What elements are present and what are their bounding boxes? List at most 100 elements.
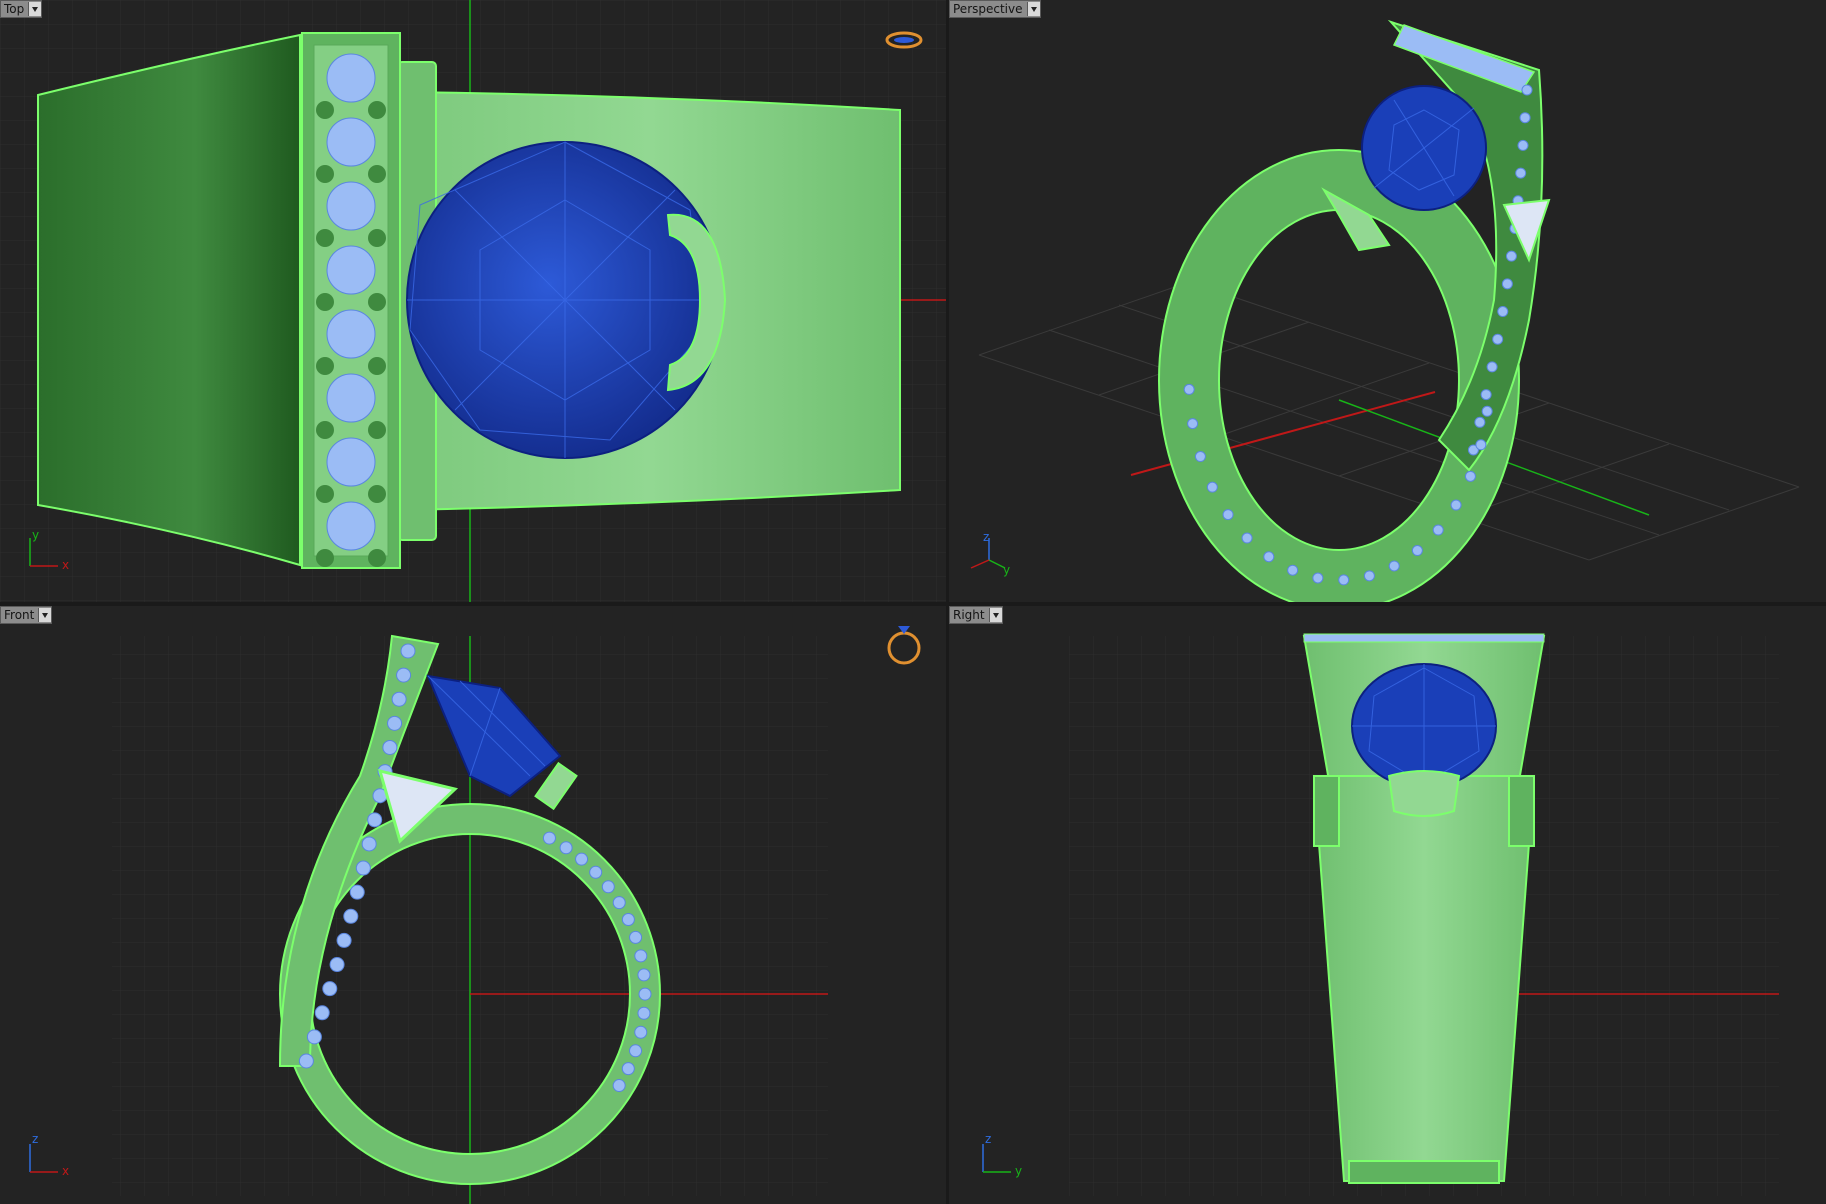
ring-icon[interactable] [884,618,924,668]
bead [368,421,386,439]
viewport-label[interactable]: Front [0,606,53,624]
pave-stone [559,841,573,855]
prong [1387,770,1461,817]
pave-stone [1241,532,1253,544]
right-viewport[interactable]: Right z y [949,606,1826,1204]
pave-stone [1492,333,1504,345]
pave-stone [396,667,412,683]
pave-stone [382,739,398,755]
bead [316,485,334,503]
rhino-4-view-workspace: Top y x Perspective z y Front z x Right … [0,0,1826,1204]
pave-stone [612,1079,626,1093]
pave-stone [326,309,376,359]
pave-stone [1432,524,1444,536]
bead [316,165,334,183]
ring-icon[interactable] [884,28,924,52]
shank [1312,775,1536,1182]
bead [316,357,334,375]
chevron-down-icon[interactable] [988,608,1002,622]
axis-label-2: y [1015,1164,1023,1178]
pave-stone [634,949,648,963]
pave-stone [1480,389,1492,401]
viewport-title: Top [4,2,25,16]
pave-stone [612,896,626,910]
pave-stone [336,932,352,948]
pave-stone [629,1044,643,1058]
bead [316,293,334,311]
collar-right [1508,775,1535,847]
pave-stone [1338,574,1350,586]
pave-stone [629,930,643,944]
bead [368,229,386,247]
pave-stone [1464,470,1476,482]
axis-label-2: x [62,558,70,572]
bead [368,357,386,375]
pave-stone [1312,572,1324,584]
axis-label-1: z [985,1132,992,1146]
pave-stone [1263,551,1275,563]
top-view-scene [0,0,946,602]
pave-stone [1183,383,1195,395]
front-viewport[interactable]: Front z x [0,606,946,1204]
pave-stone [621,1062,635,1076]
pave-stone [1521,84,1533,96]
pave-stone [1481,405,1493,417]
viewport-label[interactable]: Top [0,0,43,18]
bead [368,293,386,311]
perspective-view-scene [978,19,1800,602]
axis-label-1: z [983,530,990,544]
pave-stone [391,691,407,707]
perspective-viewport[interactable]: Perspective z y [949,0,1826,602]
top-viewport[interactable]: Top y x [0,0,946,602]
chevron-down-icon[interactable] [38,608,52,622]
chevron-down-icon[interactable] [1026,2,1040,16]
pave-stone [1450,499,1462,511]
pave-stone [1474,416,1486,428]
pave-stone [355,860,371,876]
pave-stone [1519,112,1531,124]
pave-stone [634,1025,648,1039]
bead [368,165,386,183]
ring-inner-edge [1218,209,1460,551]
pave-stone [329,957,345,973]
pave-stone [326,501,376,551]
pave-stone [637,1006,651,1020]
pave-stone [1475,439,1487,451]
pave-stone [326,437,376,487]
bead [316,229,334,247]
bead [316,101,334,119]
viewport-label[interactable]: Right [949,606,1003,624]
bead [316,549,334,567]
ring-band [1159,150,1519,602]
pave-stone [400,643,416,659]
pave-stone [1497,306,1509,318]
shank-left [37,33,301,567]
pave-stone [589,865,603,879]
pave-stone [638,987,652,1001]
pave-stone [326,373,376,423]
bead [368,549,386,567]
pave-stone [1505,250,1517,262]
pave-stone [1363,570,1375,582]
pave-stone [1388,560,1400,572]
pave-stone [601,880,615,894]
pave-stone [326,117,376,167]
axis-label-1: z [32,1132,39,1146]
perspective-grid [978,281,1800,561]
viewport-title: Perspective [953,2,1023,16]
bead [368,101,386,119]
pave-stone [367,812,383,828]
pave-stone [306,1029,322,1045]
pave-stone [361,836,377,852]
pave-stone [314,1005,330,1021]
pave-stone [575,852,589,866]
pave-stone [1501,278,1513,290]
pave-stone [1411,545,1423,557]
viewport-label[interactable]: Perspective [949,0,1041,18]
pave-stone [621,913,635,927]
pave-arm-top [1303,633,1545,643]
pave-stone [343,908,359,924]
chevron-down-icon[interactable] [28,2,42,16]
pave-stone [387,715,403,731]
pave-stone [1206,481,1218,493]
